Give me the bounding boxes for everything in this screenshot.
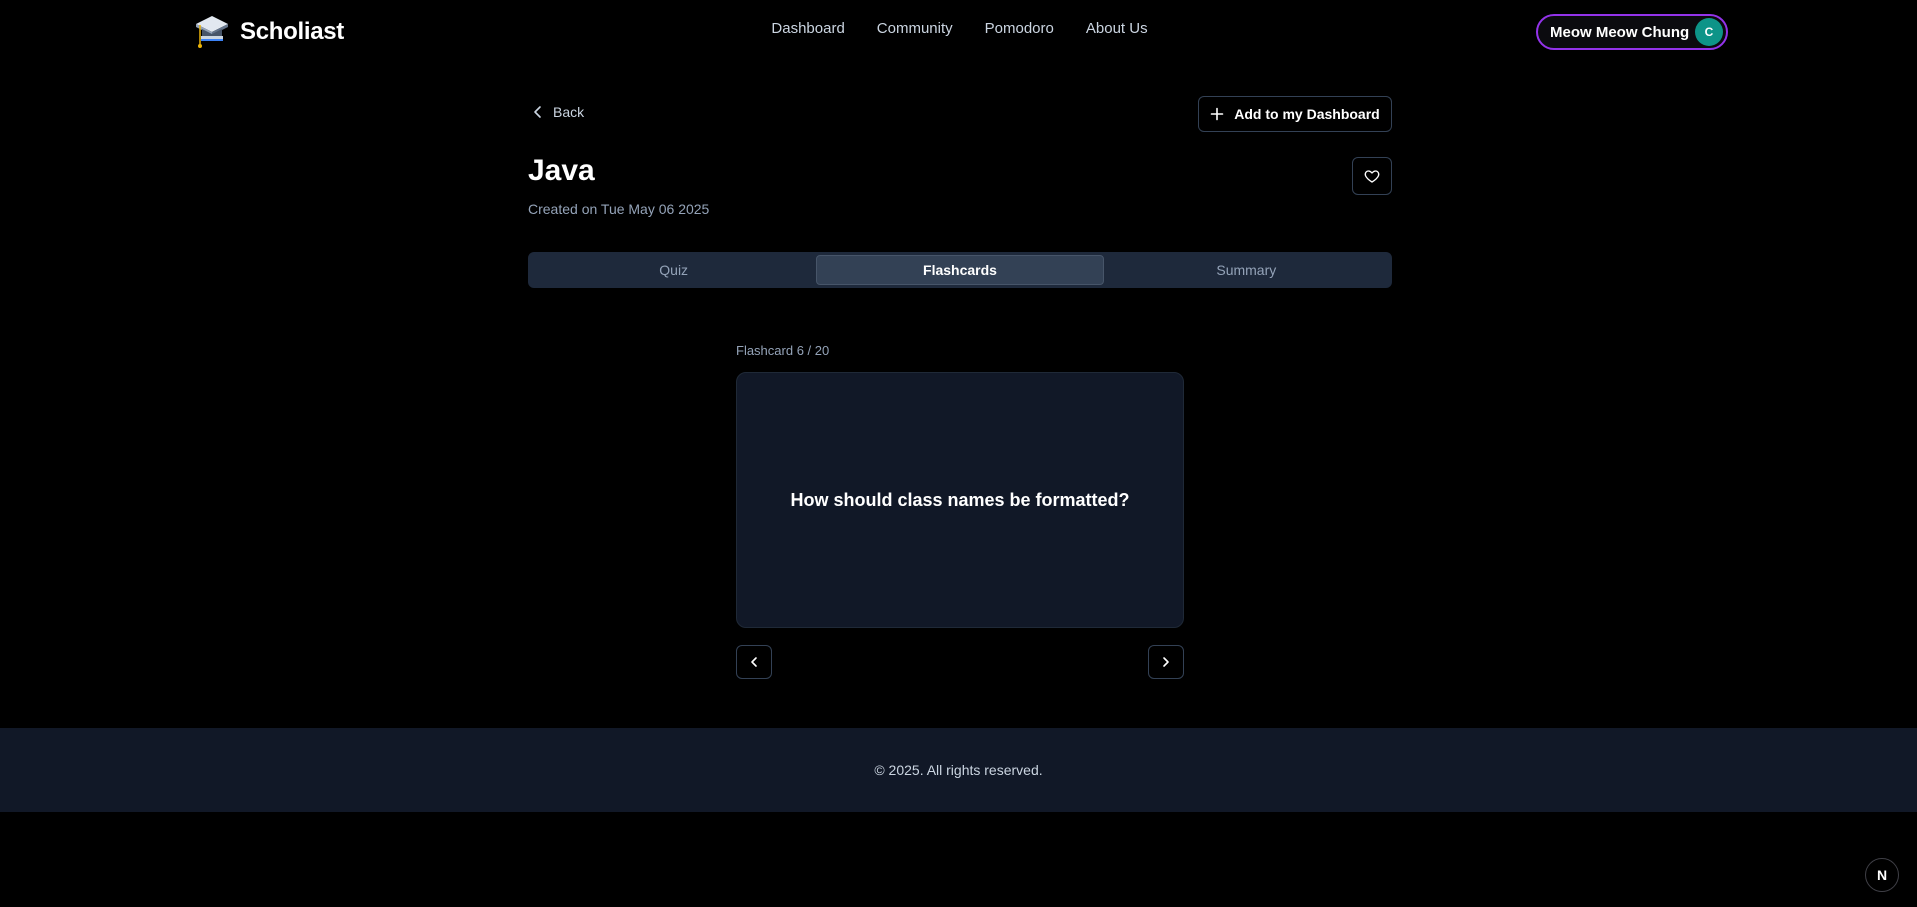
tab-quiz[interactable]: Quiz — [531, 255, 816, 285]
next-flashcard-button[interactable] — [1148, 645, 1184, 679]
nav-about-us[interactable]: About Us — [1086, 20, 1148, 37]
flashcard-question: How should class names be formatted? — [790, 489, 1130, 510]
copyright-text: © 2025. All rights reserved. — [874, 762, 1043, 778]
flashcard-counter: Flashcard 6 / 20 — [736, 343, 830, 358]
chevron-left-icon — [534, 106, 541, 118]
add-to-dashboard-label: Add to my Dashboard — [1234, 106, 1380, 122]
user-menu-button[interactable]: Meow Meow Chung C — [1536, 14, 1728, 50]
dev-tools-badge[interactable]: N — [1865, 858, 1899, 892]
tab-summary[interactable]: Summary — [1104, 255, 1389, 285]
content-tabs: Quiz Flashcards Summary — [528, 252, 1392, 288]
back-button[interactable]: Back — [531, 104, 584, 120]
nav-pomodoro[interactable]: Pomodoro — [985, 20, 1054, 37]
add-to-dashboard-button[interactable]: Add to my Dashboard — [1198, 96, 1392, 132]
tab-flashcards[interactable]: Flashcards — [816, 255, 1104, 285]
created-date: Created on Tue May 06 2025 — [528, 201, 710, 217]
nav-dashboard[interactable]: Dashboard — [771, 20, 844, 37]
back-label: Back — [553, 104, 585, 120]
site-header: Scholiast Dashboard Community Pomodoro A… — [0, 0, 1917, 64]
user-name: Meow Meow Chung — [1550, 23, 1690, 41]
plus-icon — [1210, 107, 1224, 121]
avatar: C — [1695, 18, 1723, 46]
heart-icon — [1364, 170, 1380, 183]
brand-link[interactable]: Scholiast — [192, 12, 344, 52]
favorite-button[interactable] — [1352, 157, 1392, 195]
page-title: Java — [528, 154, 595, 187]
chevron-left-icon — [751, 657, 757, 667]
flashcard[interactable]: How should class names be formatted? — [736, 372, 1184, 628]
nav-community[interactable]: Community — [877, 20, 953, 37]
previous-flashcard-button[interactable] — [736, 645, 772, 679]
chevron-right-icon — [1163, 657, 1169, 667]
graduation-cap-logo — [196, 16, 228, 48]
site-footer: © 2025. All rights reserved. — [0, 728, 1917, 812]
brand-name: Scholiast — [240, 18, 344, 45]
